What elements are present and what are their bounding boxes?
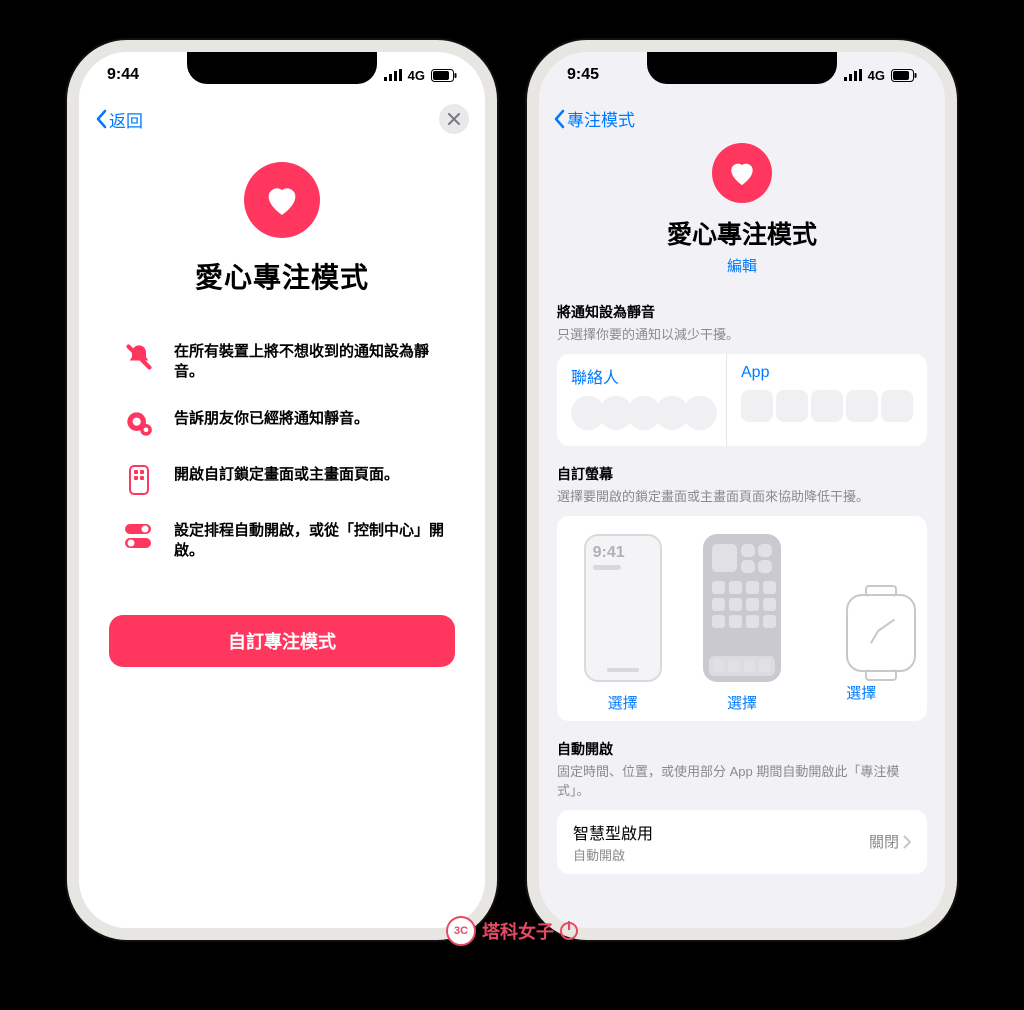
section-sub-silence: 只選擇你要的通知以減少干擾。	[557, 326, 927, 344]
section-sub-auto: 固定時間、位置，或使用部分 App 期間自動開啟此「專注模式」。	[557, 763, 927, 799]
status-share-icon	[124, 409, 154, 439]
chevron-left-icon	[553, 109, 565, 129]
bullet-text: 設定排程自動開啟，或從「控制中心」開啟。	[174, 521, 450, 562]
contacts-label: 聯絡人	[571, 364, 712, 388]
smart-activation-row[interactable]: 智慧型啟用 自動開啟 關閉	[557, 810, 927, 874]
bullet-text: 開啟自訂鎖定畫面或主畫面頁面。	[174, 465, 399, 485]
chevron-left-icon	[95, 109, 107, 129]
allowed-apps-button[interactable]: App	[726, 354, 927, 446]
select-lock-button[interactable]: 選擇	[608, 692, 638, 713]
watch-face-preview[interactable]	[846, 594, 916, 672]
section-heading-auto: 自動開啟	[557, 739, 927, 759]
battery-icon	[431, 69, 457, 82]
watermark: 3C 塔科女子	[446, 916, 578, 946]
allowed-contacts-button[interactable]: 聯絡人	[557, 354, 726, 446]
lock-time: 9:41	[593, 544, 653, 562]
section-heading-screens: 自訂螢幕	[557, 464, 927, 484]
back-button[interactable]: 返回	[95, 107, 143, 132]
phone-screen-icon	[124, 465, 154, 495]
smart-activation-title: 智慧型啟用	[573, 820, 869, 844]
edit-button[interactable]: 編輯	[727, 255, 757, 276]
heart-icon	[262, 180, 302, 220]
section-heading-silence: 將通知設為靜音	[557, 302, 927, 322]
notch	[647, 52, 837, 84]
smart-activation-value: 關閉	[869, 831, 899, 852]
bullet-silence: 在所有裝置上將不想收到的通知設為靜音。	[124, 342, 450, 383]
signal-icon	[844, 69, 862, 81]
back-label: 專注模式	[567, 106, 635, 131]
close-icon	[448, 113, 460, 125]
chevron-right-icon	[903, 835, 911, 849]
notch	[187, 52, 377, 84]
back-button[interactable]: 專注模式	[553, 106, 931, 131]
apps-placeholder-icon	[741, 390, 913, 422]
phone-right-frame: 9:45 4G 專注模式 愛心專注模式 編輯 將通知設為靜音 只選擇你要的通知以…	[527, 40, 957, 940]
status-carrier: 4G	[408, 68, 425, 83]
apps-label: App	[741, 364, 913, 382]
watermark-text: 塔科女子	[482, 918, 554, 944]
cta-label: 自訂專注模式	[228, 628, 336, 654]
contacts-placeholder-icon	[571, 396, 712, 430]
page-title: 愛心專注模式	[559, 215, 925, 251]
section-sub-screens: 選擇要開啟的鎖定畫面或主畫面頁面來協助降低干擾。	[557, 488, 927, 506]
bell-slash-icon	[124, 342, 154, 372]
select-home-button[interactable]: 選擇	[727, 692, 757, 713]
power-icon	[560, 922, 578, 940]
close-button[interactable]	[439, 104, 469, 134]
heart-badge-icon	[712, 143, 772, 203]
status-time: 9:45	[567, 66, 599, 84]
lock-screen-preview[interactable]: 9:41	[584, 534, 662, 682]
battery-icon	[891, 69, 917, 82]
signal-icon	[384, 69, 402, 81]
status-carrier: 4G	[868, 68, 885, 83]
home-screen-preview[interactable]	[703, 534, 781, 682]
toggles-icon	[124, 521, 154, 551]
select-watch-button[interactable]: 選擇	[846, 682, 876, 703]
smart-activation-sub: 自動開啟	[573, 845, 869, 864]
heart-icon	[726, 157, 758, 189]
status-time: 9:44	[107, 66, 139, 84]
watermark-avatar-icon: 3C	[446, 916, 476, 946]
bullet-text: 告訴朋友你已經將通知靜音。	[174, 409, 369, 429]
customize-focus-button[interactable]: 自訂專注模式	[109, 615, 455, 667]
lock-date-placeholder	[593, 565, 621, 570]
bullet-text: 在所有裝置上將不想收到的通知設為靜音。	[174, 342, 450, 383]
page-title: 愛心專注模式	[99, 256, 465, 296]
bullet-share-status: 告訴朋友你已經將通知靜音。	[124, 409, 450, 439]
heart-badge-icon	[244, 162, 320, 238]
bullet-custom-screen: 開啟自訂鎖定畫面或主畫面頁面。	[124, 465, 450, 495]
phone-left-frame: 9:44 4G 返回 愛心專注	[67, 40, 497, 940]
back-label: 返回	[109, 107, 143, 132]
bullet-schedule: 設定排程自動開啟，或從「控制中心」開啟。	[124, 521, 450, 562]
